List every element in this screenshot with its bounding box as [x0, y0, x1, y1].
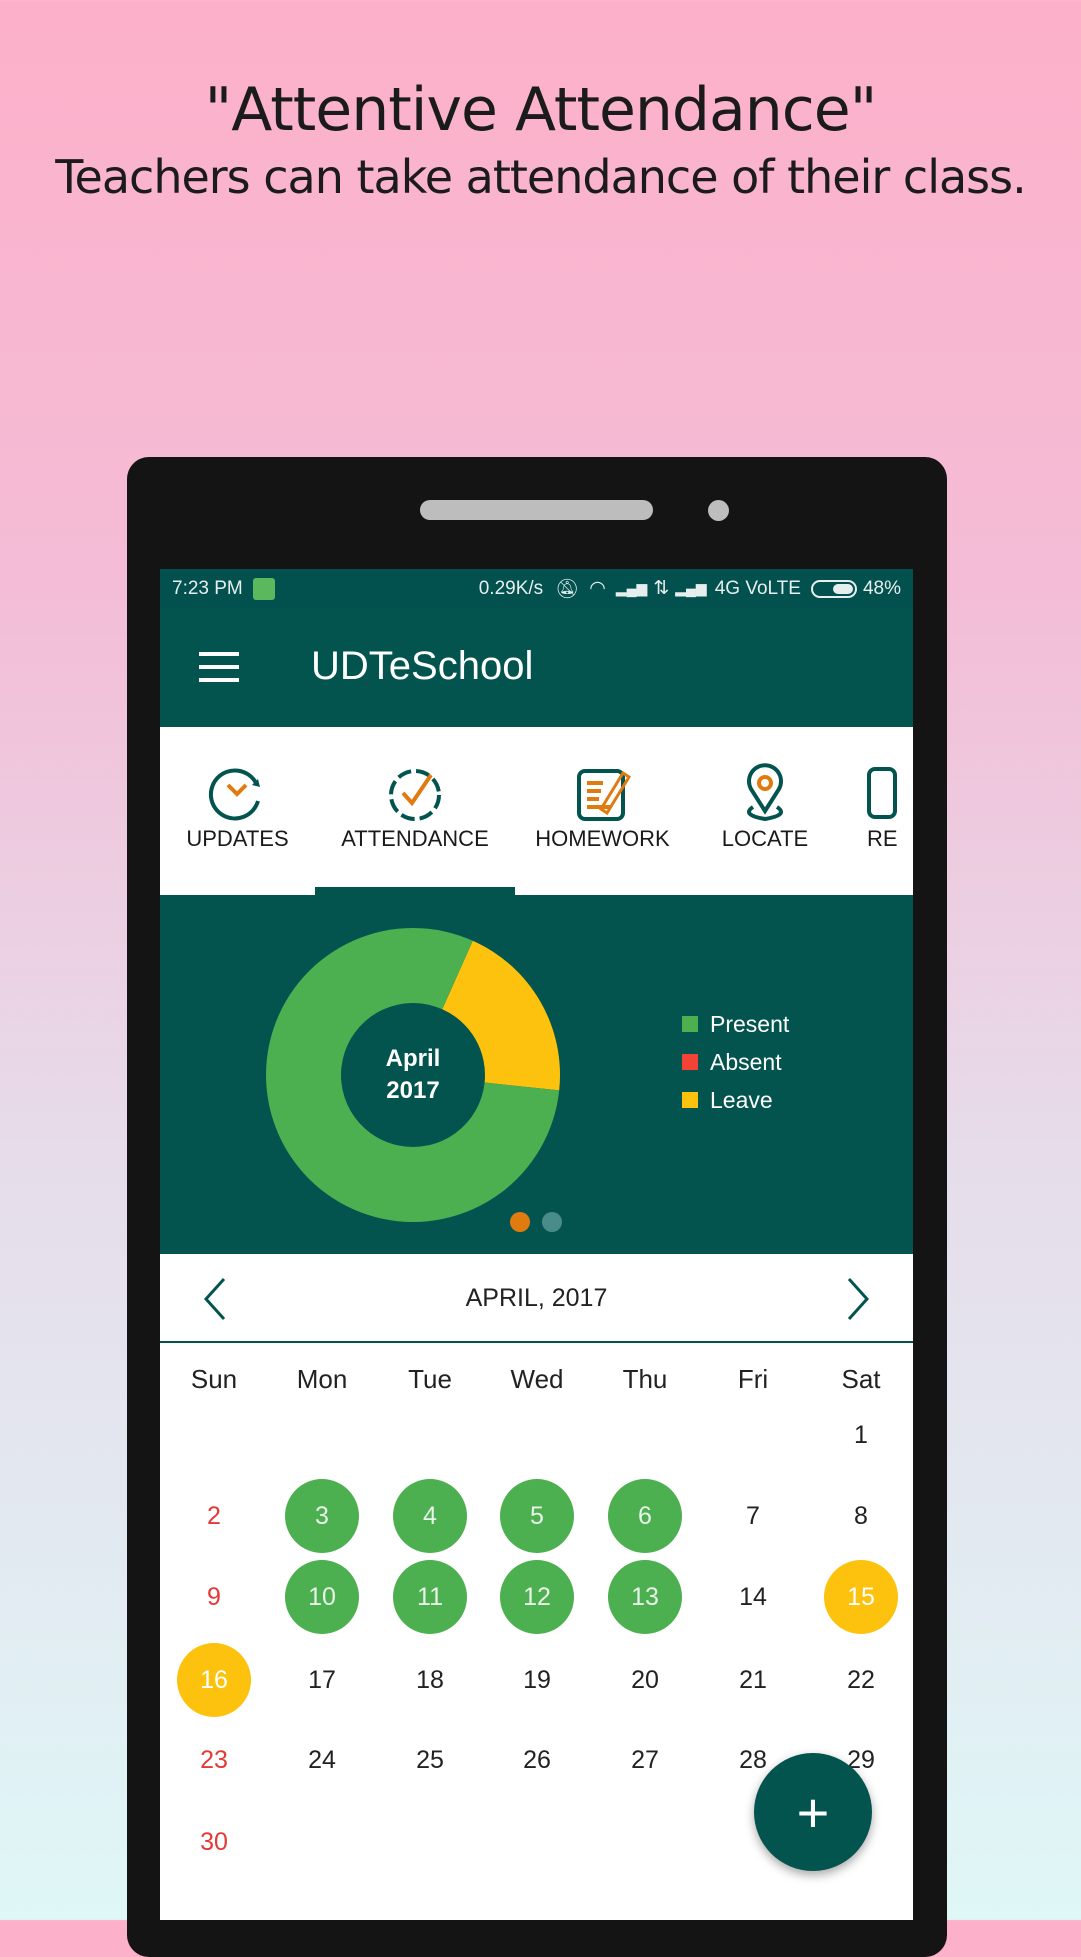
calendar-day[interactable]: 23 — [177, 1723, 251, 1797]
calendar-day[interactable]: 11 — [393, 1560, 467, 1634]
app-title: UDTeSchool — [311, 644, 534, 688]
calendar-day[interactable]: 17 — [285, 1643, 359, 1717]
wifi-icon: ◠ — [589, 578, 606, 599]
center-month: April — [385, 1045, 441, 1072]
calendar-day[interactable]: 26 — [500, 1723, 574, 1797]
data-arrows-icon: ⇅ — [653, 578, 670, 599]
tab-attendance[interactable]: ATTENDANCE — [315, 727, 515, 895]
legend-label: Leave — [710, 1086, 773, 1113]
active-tab-indicator — [315, 887, 515, 895]
legend-label: Absent — [710, 1048, 782, 1075]
calendar-day[interactable]: 30 — [177, 1805, 251, 1879]
calendar-header: APRIL, 2017 — [160, 1254, 913, 1343]
promo-subline: Teachers can take attendance of their cl… — [55, 150, 1026, 204]
app-screen: 7:23 PM 0.29K/s 🔕︎ ◠ ▂▄▆ ⇅ ▂▄▆ 4G VoLTE … — [160, 569, 913, 1920]
status-bar: 7:23 PM 0.29K/s 🔕︎ ◠ ▂▄▆ ⇅ ▂▄▆ 4G VoLTE … — [160, 569, 913, 608]
signal-icon-2: ▂▄▆ — [675, 580, 707, 596]
calendar-day[interactable]: 27 — [608, 1723, 682, 1797]
pager-dot-active[interactable] — [510, 1212, 530, 1232]
legend-swatch — [682, 1092, 698, 1108]
chart-legend: Present Absent Leave — [682, 1005, 789, 1119]
calendar-day[interactable]: 8 — [824, 1479, 898, 1553]
tab-partial[interactable]: RE — [855, 727, 913, 895]
hamburger-icon[interactable] — [199, 652, 239, 682]
legend-absent: Absent — [682, 1043, 789, 1081]
tab-homework[interactable]: HOMEWORK — [515, 727, 690, 895]
mute-icon: 🔕︎ — [555, 578, 580, 600]
tab-label: LOCATE — [721, 826, 809, 851]
calendar-day[interactable]: 6 — [608, 1479, 682, 1553]
tab-updates[interactable]: UPDATES — [160, 727, 315, 895]
calendar-day[interactable]: 5 — [500, 1479, 574, 1553]
clock-refresh-icon — [208, 768, 260, 821]
tab-label: HOMEWORK — [535, 826, 670, 851]
app-notification-icon — [252, 577, 275, 600]
chevron-right-icon[interactable] — [843, 1276, 873, 1322]
center-year: 2017 — [386, 1077, 440, 1104]
attendance-chart-panel[interactable]: April 2017 Present Absent Leave — [160, 895, 913, 1254]
legend-present: Present — [682, 1005, 789, 1043]
calendar-day[interactable]: 22 — [824, 1643, 898, 1717]
attendance-donut-chart — [266, 928, 560, 1222]
weekday-header: Thu — [622, 1364, 668, 1394]
calendar-day[interactable]: 24 — [285, 1723, 359, 1797]
location-pin-icon — [747, 763, 783, 822]
calendar-day[interactable]: 16 — [177, 1643, 251, 1717]
calendar-day[interactable]: 13 — [608, 1560, 682, 1634]
legend-label: Present — [710, 1010, 790, 1037]
pager-dot[interactable] — [542, 1212, 562, 1232]
add-fab-button[interactable]: + — [754, 1753, 872, 1871]
calendar-day[interactable]: 12 — [500, 1560, 574, 1634]
weekday-header: Sun — [190, 1364, 238, 1394]
calendar-day[interactable]: 21 — [716, 1643, 790, 1717]
tab-locate[interactable]: LOCATE — [690, 727, 840, 895]
calendar-day[interactable]: 10 — [285, 1560, 359, 1634]
donut-center-label: April 2017 — [353, 1043, 473, 1107]
calendar-month-label: APRIL, 2017 — [465, 1284, 608, 1312]
signal-icon: ▂▄▆ — [615, 580, 648, 596]
status-speed: 0.29K/s — [478, 577, 544, 599]
tab-label: ATTENDANCE — [341, 826, 489, 851]
legend-leave: Leave — [682, 1081, 789, 1119]
calendar-day[interactable]: 14 — [716, 1560, 790, 1634]
status-network: 4G VoLTE — [714, 577, 801, 599]
tab-bar: UPDATES ATTENDANCE HOMEWORK LOCATE RE — [160, 727, 913, 895]
calendar-day[interactable]: 4 — [393, 1479, 467, 1553]
weekday-header: Sat — [841, 1364, 881, 1394]
notepad-pencil-icon — [576, 769, 631, 821]
clock-check-icon — [389, 769, 441, 821]
calendar-day[interactable]: 19 — [500, 1643, 574, 1717]
weekday-header: Wed — [510, 1364, 564, 1394]
legend-swatch — [682, 1016, 698, 1032]
promo-headline: "Attentive Attendance" — [204, 75, 878, 145]
calendar-day[interactable]: 15 — [824, 1560, 898, 1634]
calendar-day[interactable]: 3 — [285, 1479, 359, 1553]
status-time: 7:23 PM — [172, 577, 243, 599]
calendar-day[interactable]: 25 — [393, 1723, 467, 1797]
phone-speaker — [420, 500, 653, 520]
weekday-header: Mon — [296, 1364, 348, 1394]
tab-label: RE — [867, 826, 898, 851]
weekday-header: Tue — [408, 1364, 452, 1394]
tab-label: UPDATES — [186, 826, 289, 851]
calendar-day[interactable]: 7 — [716, 1479, 790, 1553]
battery-icon — [810, 579, 857, 598]
status-battery: 48% — [862, 577, 901, 599]
calendar-day[interactable]: 1 — [824, 1398, 898, 1472]
calendar-day[interactable]: 2 — [177, 1479, 251, 1553]
weekday-header: Fri — [737, 1364, 769, 1394]
calendar-day[interactable]: 9 — [177, 1560, 251, 1634]
legend-swatch — [682, 1054, 698, 1070]
partial-icon — [867, 767, 897, 819]
phone-camera — [708, 500, 729, 521]
calendar-day[interactable]: 18 — [393, 1643, 467, 1717]
app-bar: UDTeSchool — [160, 608, 913, 727]
calendar-day[interactable]: 20 — [608, 1643, 682, 1717]
